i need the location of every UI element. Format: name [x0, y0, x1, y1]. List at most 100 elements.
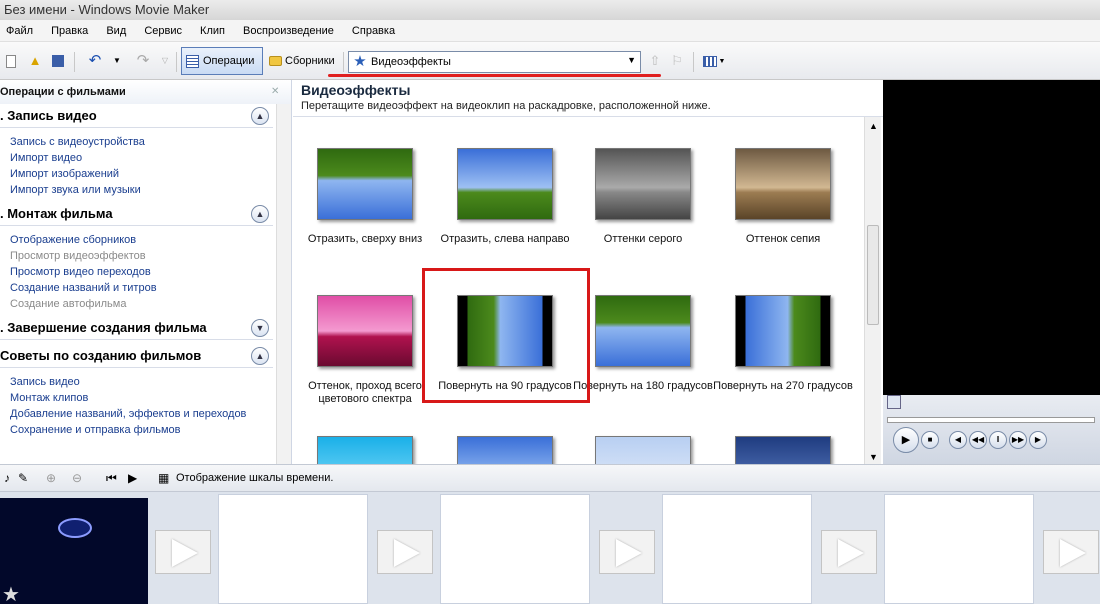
effect-thumbnail[interactable] — [595, 295, 691, 367]
menu-view[interactable]: Вид — [106, 25, 126, 37]
effect-thumbnail[interactable] — [735, 436, 831, 464]
operations-button[interactable]: Операции — [181, 47, 263, 75]
task-link[interactable]: Монтаж клипов — [10, 390, 291, 406]
transition-slot[interactable] — [599, 530, 655, 574]
task-section-title[interactable]: . Монтаж фильма — [0, 202, 273, 226]
stop-icon[interactable]: ■ — [921, 431, 939, 449]
undo-dropdown-icon[interactable]: ▼ — [111, 52, 123, 70]
task-link[interactable]: Просмотр видео переходов — [10, 264, 291, 280]
effect-thumbnail[interactable] — [317, 295, 413, 367]
task-section: . Монтаж фильма ▲ Отображение сборников Про… — [0, 202, 291, 316]
task-link[interactable]: Импорт звука или музыки — [10, 182, 291, 198]
effect-thumbnail[interactable] — [317, 436, 413, 464]
transition-slot[interactable] — [155, 530, 211, 574]
tasks-scrollbar[interactable] — [276, 104, 291, 464]
menu-clip[interactable]: Клип — [200, 25, 225, 37]
menu-tools[interactable]: Сервис — [144, 25, 182, 37]
collapse-icon[interactable]: ▲ — [251, 107, 269, 125]
effect-label: Отразить, сверху вниз — [307, 233, 423, 245]
task-link[interactable]: Добавление названий, эффектов и переходо… — [10, 406, 291, 422]
storyboard-slot[interactable] — [662, 494, 812, 604]
task-link[interactable]: Отображение сборников — [10, 232, 291, 248]
task-link[interactable]: Импорт видео — [10, 150, 291, 166]
menu-help[interactable]: Справка — [352, 25, 395, 37]
redo-dropdown-icon[interactable]: ▽ — [159, 52, 171, 70]
menu-play[interactable]: Воспроизведение — [243, 25, 334, 37]
up-level-icon[interactable]: ⇧ — [646, 52, 664, 70]
forward-icon[interactable]: ▶▶ — [1009, 431, 1027, 449]
views-icon[interactable]: ▼ — [700, 52, 728, 70]
task-section-title[interactable]: Советы по созданию фильмов — [0, 344, 273, 368]
timeline-toggle[interactable]: Отображение шкалы времени. — [176, 472, 333, 484]
previous-frame-icon[interactable]: ◀ — [949, 431, 967, 449]
highlight-underline — [328, 74, 661, 77]
task-link[interactable]: Сохранение и отправка фильмов — [10, 422, 291, 438]
storyboard-slot[interactable] — [440, 494, 590, 604]
effect-thumbnail[interactable] — [735, 295, 831, 367]
window-title: Без имени - Windows Movie Maker — [0, 0, 1100, 20]
effect-thumbnail[interactable] — [735, 148, 831, 220]
effect-thumbnail[interactable] — [595, 436, 691, 464]
collection-select-value: Видеоэффекты — [371, 56, 451, 68]
video-clip-thumbnail[interactable]: ★ — [0, 498, 148, 604]
transition-slot[interactable] — [821, 530, 877, 574]
expand-icon[interactable]: ▼ — [251, 319, 269, 337]
next-frame-icon[interactable]: ▶ — [1029, 431, 1047, 449]
redo-icon[interactable]: ↷ — [133, 52, 153, 70]
seek-bar[interactable] — [887, 417, 1095, 423]
zoom-out-icon[interactable]: ⊖ — [72, 471, 82, 485]
save-icon[interactable] — [50, 52, 66, 70]
task-link[interactable]: Просмотр видеоэффектов — [10, 248, 291, 264]
scroll-up-icon[interactable]: ▲ — [869, 121, 878, 131]
effect-thumbnail[interactable] — [595, 148, 691, 220]
collapse-icon[interactable]: ▲ — [251, 205, 269, 223]
narrate-icon[interactable]: ✎ — [18, 471, 28, 485]
effects-scrollbar[interactable]: ▲ ▼ — [864, 117, 881, 464]
chevron-down-icon[interactable]: ▼ — [627, 55, 636, 65]
effect-thumbnail[interactable] — [457, 436, 553, 464]
fullscreen-icon[interactable] — [887, 395, 901, 409]
new-collection-icon[interactable]: ⚐ — [668, 52, 686, 70]
tasks-pane: Операции с фильмами ✕ . Запись видео ▲ Зап… — [0, 80, 292, 464]
collections-button[interactable]: Сборники — [265, 47, 339, 75]
collapse-icon[interactable]: ▲ — [251, 347, 269, 365]
effect-label: Оттенки серого — [603, 233, 683, 245]
rewind-storyboard-icon[interactable]: ⏮ — [106, 471, 117, 485]
highlight-box — [422, 268, 590, 403]
storyboard-toolbar: ♪ ✎ ⊕ ⊖ ⏮ ▶ ▦ Отображение шкалы времени. — [0, 464, 1100, 492]
timeline-icon[interactable]: ▦ — [158, 471, 169, 485]
storyboard-slot[interactable] — [884, 494, 1034, 604]
task-link[interactable]: Импорт изображений — [10, 166, 291, 182]
task-link[interactable]: Запись видео — [10, 374, 291, 390]
storyboard-slot[interactable] — [218, 494, 368, 604]
open-icon[interactable]: ▲ — [27, 52, 43, 70]
mic-icon[interactable]: ♪ — [4, 471, 10, 485]
menu-edit[interactable]: Правка — [51, 25, 88, 37]
play-icon[interactable]: ▶ — [893, 427, 919, 453]
scroll-down-icon[interactable]: ▼ — [869, 452, 878, 462]
menu-file[interactable]: Файл — [6, 25, 33, 37]
new-icon[interactable] — [3, 52, 19, 70]
zoom-in-icon[interactable]: ⊕ — [46, 471, 56, 485]
task-link[interactable]: Создание названий и титров — [10, 280, 291, 296]
effect-thumbnail[interactable] — [317, 148, 413, 220]
collections-label: Сборники — [285, 55, 335, 67]
undo-icon[interactable]: ↶ — [85, 52, 105, 70]
close-icon[interactable]: ✕ — [271, 86, 279, 97]
split-icon[interactable]: ‖ — [989, 431, 1007, 449]
effect-thumbnail[interactable] — [457, 148, 553, 220]
transition-slot[interactable] — [1043, 530, 1099, 574]
task-link[interactable]: Запись с видеоустройства — [10, 134, 291, 150]
collection-select[interactable]: ★ Видеоэффекты ▼ — [348, 51, 641, 73]
tasks-icon — [186, 54, 199, 68]
folder-icon — [269, 56, 282, 66]
task-section-title[interactable]: . Завершение создания фильма — [0, 316, 273, 340]
scroll-thumb[interactable] — [867, 225, 879, 325]
play-storyboard-icon[interactable]: ▶ — [128, 471, 137, 485]
task-link[interactable]: Создание автофильма — [10, 296, 291, 312]
task-section-title[interactable]: . Запись видео — [0, 104, 273, 128]
transition-slot[interactable] — [377, 530, 433, 574]
task-section: . Запись видео ▲ Запись с видеоустройства И… — [0, 104, 291, 202]
rewind-icon[interactable]: ◀◀ — [969, 431, 987, 449]
effect-label: Повернуть на 270 градусов — [713, 380, 853, 392]
